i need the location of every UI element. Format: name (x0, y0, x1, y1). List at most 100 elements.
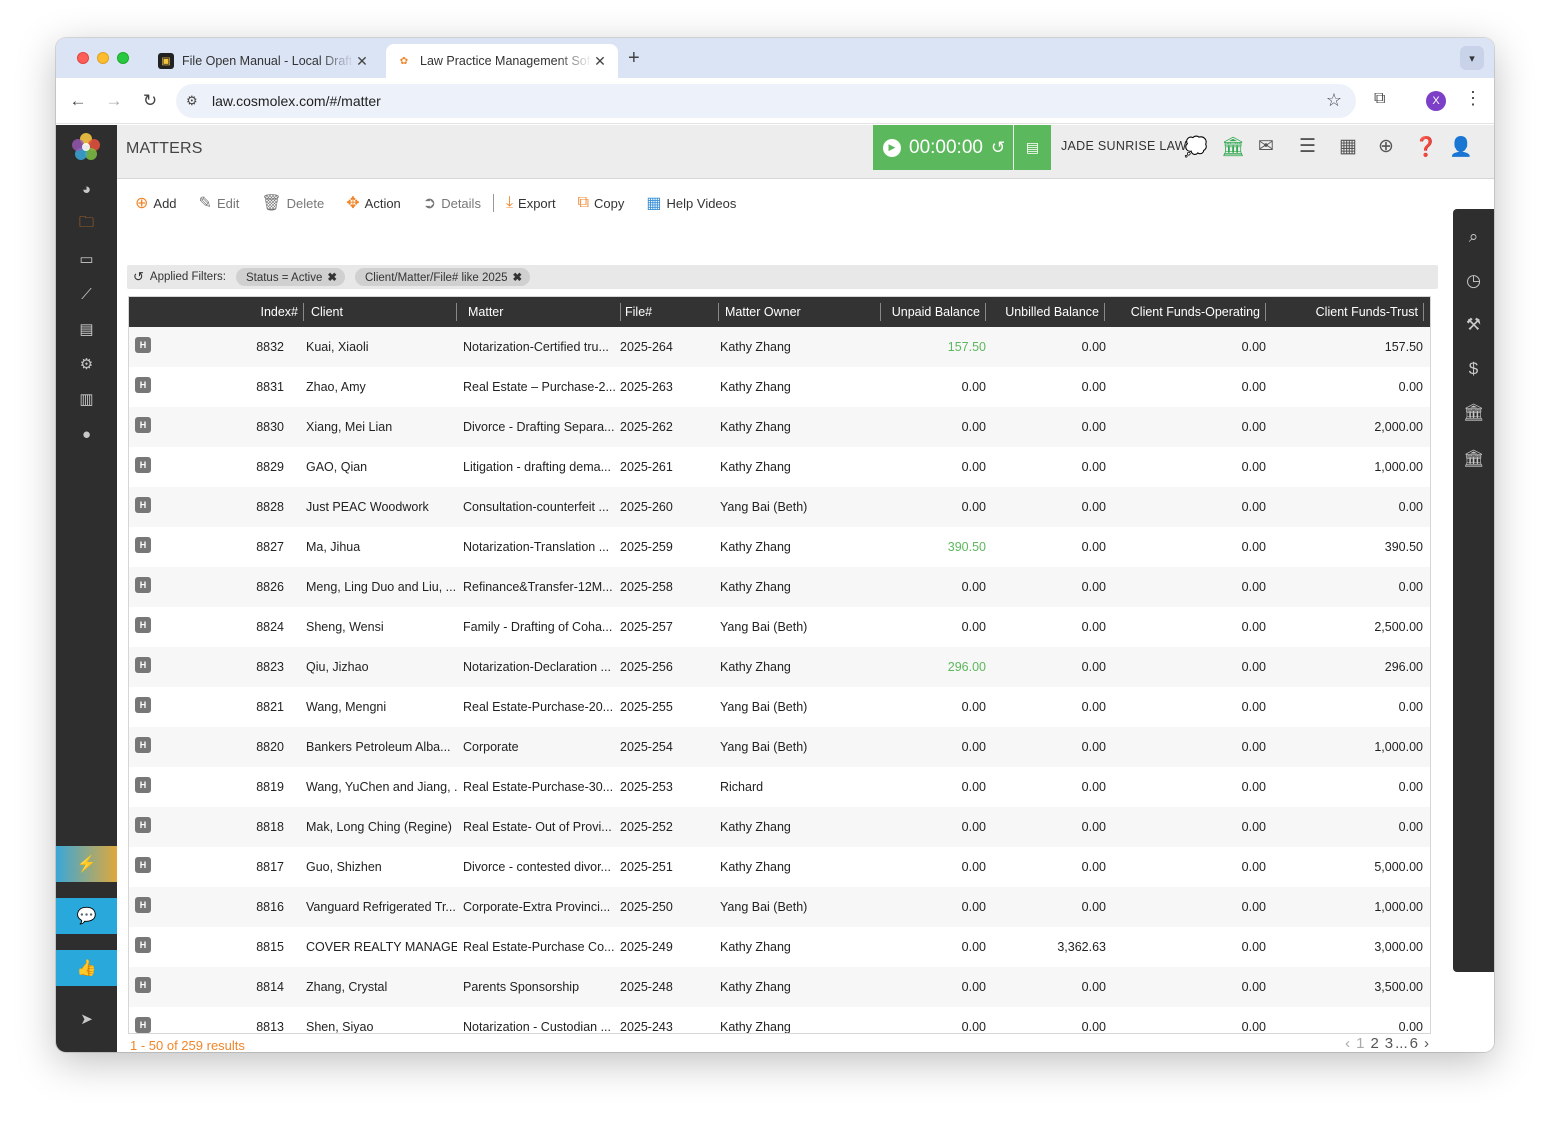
timesheet-icon[interactable]: ▤ (1014, 125, 1051, 170)
column-header-client-funds-operating[interactable]: Client Funds-Operating (1131, 303, 1267, 321)
lightning-icon[interactable]: ⚡ (56, 846, 117, 882)
history-badge-icon[interactable]: H (135, 697, 151, 713)
action-button[interactable]: ✥ Action (346, 193, 401, 213)
profile-avatar[interactable]: X (1426, 91, 1446, 111)
page-3[interactable]: 3 (1385, 1035, 1393, 1052)
column-header-file[interactable]: File# (625, 303, 719, 321)
site-settings-icon[interactable]: ⚙ (186, 93, 198, 109)
play-icon[interactable]: ▶ (883, 138, 901, 157)
maximize-window-button[interactable] (117, 52, 129, 64)
filter-chip-client-matter[interactable]: Client/Matter/File# like 2025 ✖ (355, 268, 531, 286)
envelope-icon[interactable]: ✉ (1258, 135, 1274, 158)
book-icon[interactable]: ▤ (56, 315, 117, 343)
add-button[interactable]: ⊕ Add (135, 193, 177, 213)
chart-line-icon[interactable]: ⟋ (56, 280, 117, 308)
reload-icon[interactable]: ↻ (139, 90, 161, 112)
history-badge-icon[interactable]: H (135, 817, 151, 833)
history-badge-icon[interactable]: H (135, 457, 151, 473)
table-row[interactable]: H 8823 Qiu, Jizhao Notarization-Declaration… (129, 647, 1430, 687)
bank-icon[interactable]: 🏛 (1221, 135, 1245, 159)
history-badge-icon[interactable]: H (135, 577, 151, 593)
column-header-unbilled-balance[interactable]: Unbilled Balance (1005, 303, 1105, 321)
close-window-button[interactable] (77, 52, 89, 64)
table-row[interactable]: H 8831 Zhao, Amy Real Estate – Purchase-2..… (129, 367, 1430, 407)
clock-icon[interactable]: ◷ (1453, 267, 1494, 295)
calculator-icon[interactable]: ▦ (1339, 135, 1357, 158)
settings-gears-icon[interactable]: ⚙ (56, 350, 117, 378)
table-row[interactable]: H 8827 Ma, Jihua Notarization-Translation .… (129, 527, 1430, 567)
copy-button[interactable]: ⧉ Copy (578, 194, 625, 212)
history-badge-icon[interactable]: H (135, 897, 151, 913)
extensions-icon[interactable]: ⧉ (1374, 90, 1385, 108)
tab-search-icon[interactable]: ▾ (1460, 46, 1484, 70)
table-row[interactable]: H 8813 Shen, Siyao Notarization - Custodian… (129, 1007, 1430, 1033)
table-row[interactable]: H 8818 Mak, Long Ching (Regine) Real Estate… (129, 807, 1430, 847)
bank-deposit-icon[interactable]: 🏛 (1453, 399, 1494, 427)
url-text[interactable]: law.cosmolex.com/#/matter (212, 93, 381, 109)
user-account-icon[interactable]: 👤 (1449, 135, 1473, 159)
table-row[interactable]: H 8829 GAO, Qian Litigation - drafting dema… (129, 447, 1430, 487)
timer-widget[interactable]: ▶ 00:00:00 ↺ (873, 125, 1013, 170)
page-1[interactable]: 1 (1356, 1035, 1364, 1052)
dashboard-icon[interactable]: ◕ (56, 175, 117, 203)
history-badge-icon[interactable]: H (135, 617, 151, 633)
bookmark-star-icon[interactable]: ☆ (1326, 90, 1342, 111)
history-badge-icon[interactable]: H (135, 377, 151, 393)
browser-menu-icon[interactable]: ⋮ (1464, 88, 1482, 109)
dollar-icon[interactable]: $ (1453, 355, 1494, 383)
new-tab-icon[interactable]: + (628, 47, 640, 70)
history-badge-icon[interactable]: H (135, 737, 151, 753)
edit-button[interactable]: ✎ Edit (199, 193, 240, 213)
next-page-icon[interactable]: › (1424, 1035, 1429, 1052)
table-row[interactable]: H 8832 Kuai, Xiaoli Notarization-Certified … (129, 327, 1430, 367)
reset-filters-icon[interactable]: ↺ (133, 269, 144, 285)
details-button[interactable]: ➲ Details (423, 193, 481, 213)
close-tab-icon[interactable]: ✕ (592, 53, 608, 70)
table-row[interactable]: H 8819 Wang, YuChen and Jiang, ... Real Est… (129, 767, 1430, 807)
tab-file-open-manual[interactable]: ▣ File Open Manual - Local Draft ✕ (148, 44, 380, 78)
history-badge-icon[interactable]: H (135, 537, 151, 553)
export-button[interactable]: ⤓ Export (506, 194, 556, 212)
table-row[interactable]: H 8828 Just PEAC Woodwork Consultation-coun… (129, 487, 1430, 527)
thumbs-up-icon[interactable]: 👍 (56, 950, 117, 986)
history-badge-icon[interactable]: H (135, 777, 151, 793)
history-badge-icon[interactable]: H (135, 497, 151, 513)
table-row[interactable]: H 8830 Xiang, Mei Lian Divorce - Drafting S… (129, 407, 1430, 447)
bar-chart-icon[interactable]: ▥ (56, 385, 117, 413)
forward-icon[interactable]: → (103, 90, 125, 112)
minimize-window-button[interactable] (97, 52, 109, 64)
chat-icon[interactable]: 💭 (1184, 135, 1208, 159)
laptop-icon[interactable]: ▭ (56, 245, 117, 273)
column-header-matter-owner[interactable]: Matter Owner (725, 303, 881, 321)
task-list-icon[interactable]: ☰ (1299, 135, 1316, 158)
bank-withdraw-icon[interactable]: 🏛 (1453, 445, 1494, 473)
horizontal-scrollbar[interactable] (129, 1033, 1430, 1034)
search-icon[interactable]: ⌕ (1453, 223, 1494, 251)
close-tab-icon[interactable]: ✕ (354, 53, 370, 70)
tab-law-practice[interactable]: ✿ Law Practice Management Software ✕ (386, 44, 618, 78)
user-icon[interactable]: ● (56, 420, 117, 448)
page-2[interactable]: 2 (1370, 1035, 1378, 1052)
column-header-client-funds-trust[interactable]: Client Funds-Trust (1316, 303, 1425, 321)
reset-timer-icon[interactable]: ↺ (991, 138, 1005, 158)
history-badge-icon[interactable]: H (135, 977, 151, 993)
remove-filter-icon[interactable]: ✖ (327, 272, 337, 284)
history-badge-icon[interactable]: H (135, 857, 151, 873)
column-header-unpaid-balance[interactable]: Unpaid Balance (892, 303, 987, 321)
filter-chip-status[interactable]: Status = Active ✖ (235, 268, 345, 286)
history-badge-icon[interactable]: H (135, 337, 151, 353)
matters-folder-icon[interactable]: 🗀 (56, 210, 117, 238)
firm-name[interactable]: JADE SUNRISE LAW (1061, 139, 1187, 153)
table-row[interactable]: H 8820 Bankers Petroleum Alba... Corporate 2… (129, 727, 1430, 767)
delete-button[interactable]: 🗑 Delete (261, 193, 324, 213)
help-videos-button[interactable]: ▦ Help Videos (646, 193, 736, 213)
table-row[interactable]: H 8817 Guo, Shizhen Divorce - contested div… (129, 847, 1430, 887)
column-header-matter[interactable]: Matter (468, 303, 621, 321)
table-row[interactable]: H 8816 Vanguard Refrigerated Tr... Corporat… (129, 887, 1430, 927)
column-header-client[interactable]: Client (311, 303, 457, 321)
remove-filter-icon[interactable]: ✖ (513, 272, 523, 284)
table-row[interactable]: H 8826 Meng, Ling Duo and Liu, ... Refinanc… (129, 567, 1430, 607)
history-badge-icon[interactable]: H (135, 657, 151, 673)
column-header-index[interactable]: Index# (260, 303, 304, 321)
table-row[interactable]: H 8814 Zhang, Crystal Parents Sponsorship 20… (129, 967, 1430, 1007)
